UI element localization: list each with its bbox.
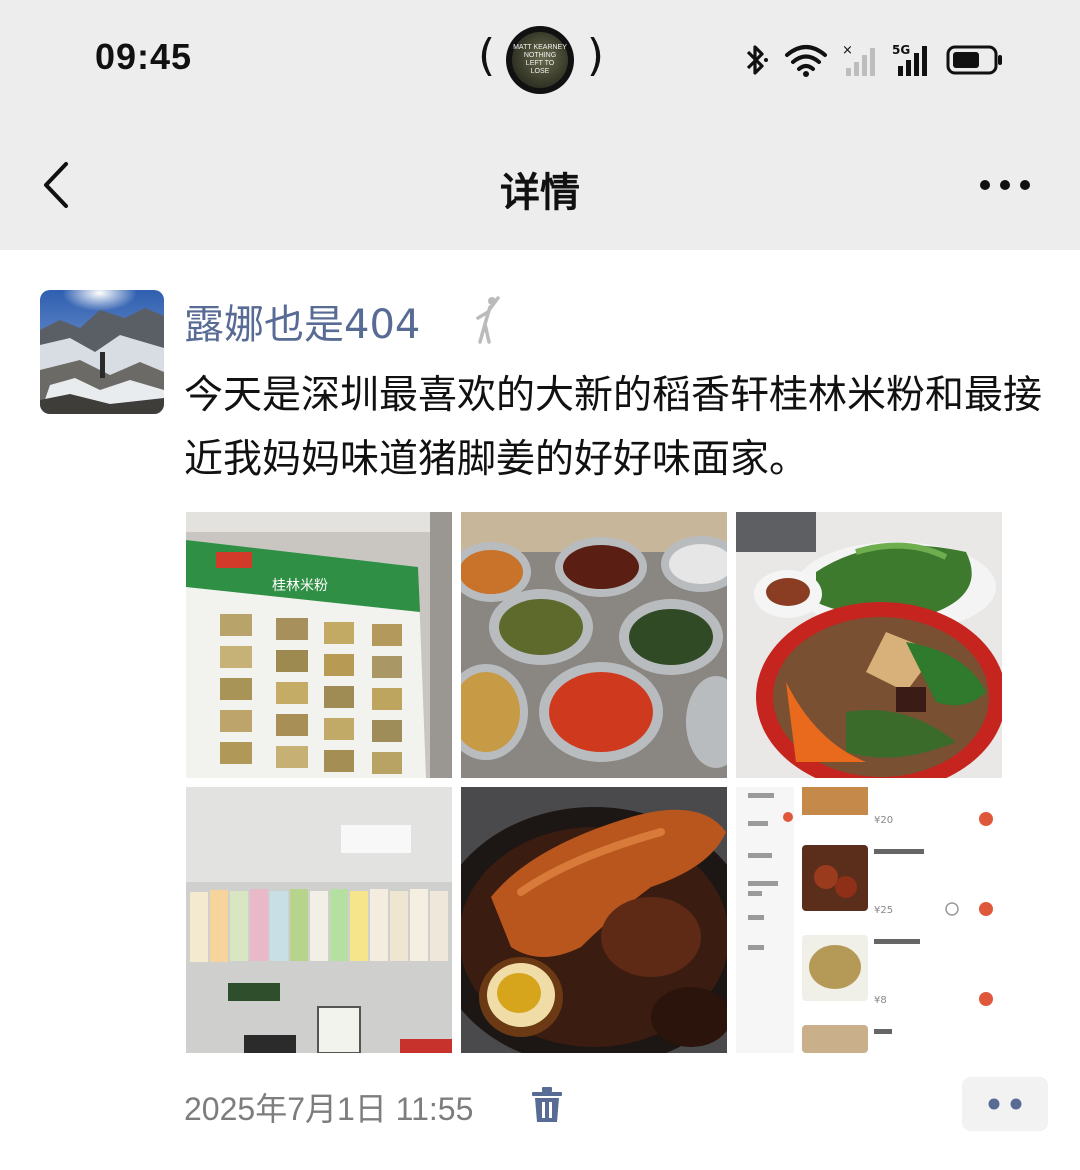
avatar[interactable]	[40, 290, 164, 414]
bluetooth-icon	[746, 45, 768, 75]
app-price-3: ¥8	[874, 995, 887, 1006]
album-line-2: NOTHING	[523, 52, 557, 59]
photo-grid: 桂林米粉 ¥20 ¥25 ¥8	[186, 512, 1004, 1053]
system-icons: × 5G	[740, 40, 1004, 80]
paren-left-glyph: (	[478, 30, 496, 81]
photo-condiments[interactable]	[461, 512, 727, 778]
status-bar: 09:45 ( MATT KEARNEY NOTHING LEFT TO LOS…	[0, 0, 1080, 120]
post-timestamp: 2025年7月1日 11:55	[184, 1091, 474, 1127]
page-title: 详情	[500, 170, 580, 216]
photo-menu-board[interactable]: 桂林米粉	[186, 512, 452, 778]
trash-icon[interactable]	[530, 1086, 564, 1124]
album-line-1: MATT KEARNEY	[513, 44, 567, 51]
status-time: 09:45	[95, 36, 193, 77]
paren-right-glyph: )	[586, 30, 604, 81]
photo-rice-noodle-bowl[interactable]	[736, 512, 1002, 778]
wifi-icon	[785, 45, 827, 77]
username-link[interactable]: 露娜也是404	[184, 292, 420, 350]
cellular-signal-nosim-icon: ×	[842, 43, 875, 76]
post-text: 今天是深圳最喜欢的大新的稻香轩桂林米粉和最接近我妈妈味道猪脚姜的好好味面家。	[184, 373, 1043, 482]
menu-board-title: 桂林米粉	[272, 578, 328, 594]
album-line-3: LEFT TO	[525, 60, 555, 67]
photo-pork-trotter-ginger[interactable]	[461, 787, 727, 1053]
photo-wall-menu-strips[interactable]	[186, 787, 452, 1053]
album-art-icon: MATT KEARNEY NOTHING LEFT TO LOSE	[506, 26, 574, 94]
comment-like-menu-button[interactable]	[962, 1077, 1048, 1131]
app-price-2: ¥25	[874, 905, 893, 916]
battery-icon	[946, 45, 1002, 75]
svg-text:×: ×	[842, 43, 853, 58]
status-figure-icon[interactable]	[470, 294, 504, 346]
photo-ordering-app[interactable]: ¥20 ¥25 ¥8	[736, 787, 1002, 1053]
app-price-1: ¥20	[874, 815, 893, 826]
svg-text:5G: 5G	[892, 43, 910, 57]
two-dots-icon	[988, 1098, 1022, 1110]
cellular-signal-5g-icon: 5G	[892, 43, 927, 76]
dynamic-island-now-playing[interactable]: ( MATT KEARNEY NOTHING LEFT TO LOSE )	[478, 26, 604, 94]
album-line-4: LOSE	[530, 68, 550, 75]
